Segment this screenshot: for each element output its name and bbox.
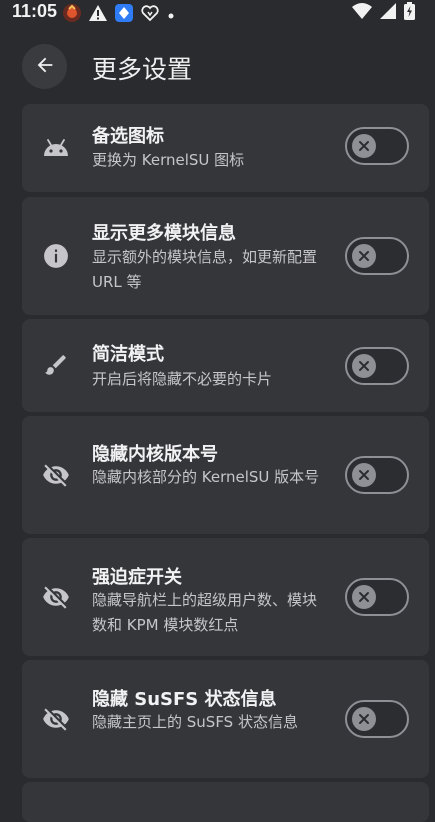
setting-title: 强迫症开关 (92, 567, 182, 588)
setting-description: 显示额外的模块信息，如更新配置 URL 等 (92, 248, 318, 291)
signal-icon (380, 3, 396, 23)
brush-icon (42, 351, 70, 379)
setting-description: 隐藏导航栏上的超级用户数、模块数和 KPM 模块数红点 (92, 591, 318, 634)
switch-off-knob (352, 585, 376, 609)
setting-ocd-switch[interactable]: 强迫症开关 隐藏导航栏上的超级用户数、模块数和 KPM 模块数红点 (22, 538, 429, 656)
shield-app-icon (114, 3, 134, 27)
warning-icon (88, 4, 108, 26)
alternate-icon-switch[interactable] (345, 127, 409, 165)
setting-description: 隐藏主页上的 SuSFS 状态信息 (92, 713, 298, 731)
show-more-module-info-switch[interactable] (345, 237, 409, 275)
back-button[interactable] (22, 44, 67, 89)
setting-title: 隐藏 SuSFS 状态信息 (92, 689, 277, 710)
status-time: 11:05 (12, 1, 58, 21)
status-notification-icons (62, 3, 176, 27)
switch-off-knob (352, 354, 376, 378)
status-bar: 11:05 (0, 0, 435, 24)
app-notification-icon (62, 3, 82, 27)
simple-mode-switch[interactable] (345, 347, 409, 385)
arrow-back-icon (34, 54, 56, 80)
switch-off-knob (352, 463, 376, 487)
switch-off-knob (352, 707, 376, 731)
switch-off-knob (352, 134, 376, 158)
battery-icon (404, 2, 415, 24)
setting-next-partial[interactable] (22, 782, 429, 822)
setting-hide-kernel-version[interactable]: 隐藏内核版本号 隐藏内核部分的 KernelSU 版本号 (22, 416, 429, 534)
setting-description: 更换为 KernelSU 图标 (92, 151, 245, 169)
visibility-off-icon (42, 583, 70, 611)
setting-title: 隐藏内核版本号 (92, 444, 218, 465)
android-icon (42, 134, 70, 162)
setting-title: 简洁模式 (92, 344, 164, 365)
dot-icon (166, 6, 176, 25)
hide-kernel-version-switch[interactable] (345, 456, 409, 494)
setting-show-more-module-info[interactable]: 显示更多模块信息 显示额外的模块信息，如更新配置 URL 等 (22, 197, 429, 315)
setting-hide-susfs-status[interactable]: 隐藏 SuSFS 状态信息 隐藏主页上的 SuSFS 状态信息 (22, 660, 429, 778)
setting-simple-mode[interactable]: 简洁模式 开启后将隐藏不必要的卡片 (22, 319, 429, 412)
heart-app-icon (140, 3, 160, 27)
setting-title: 备选图标 (92, 126, 164, 147)
page-title: 更多设置 (92, 55, 193, 84)
wifi-icon (352, 3, 372, 23)
info-icon (42, 242, 70, 270)
visibility-off-icon (42, 461, 70, 489)
setting-alternate-icon[interactable]: 备选图标 更换为 KernelSU 图标 (22, 104, 429, 192)
status-system-icons (352, 2, 415, 24)
visibility-off-icon (42, 705, 70, 733)
setting-title: 显示更多模块信息 (92, 223, 236, 244)
hide-susfs-status-switch[interactable] (345, 700, 409, 738)
setting-description: 开启后将隐藏不必要的卡片 (92, 370, 273, 388)
ocd-switch[interactable] (345, 578, 409, 616)
setting-description: 隐藏内核部分的 KernelSU 版本号 (92, 468, 320, 486)
switch-off-knob (352, 244, 376, 268)
top-app-bar: 更多设置 (0, 40, 435, 92)
